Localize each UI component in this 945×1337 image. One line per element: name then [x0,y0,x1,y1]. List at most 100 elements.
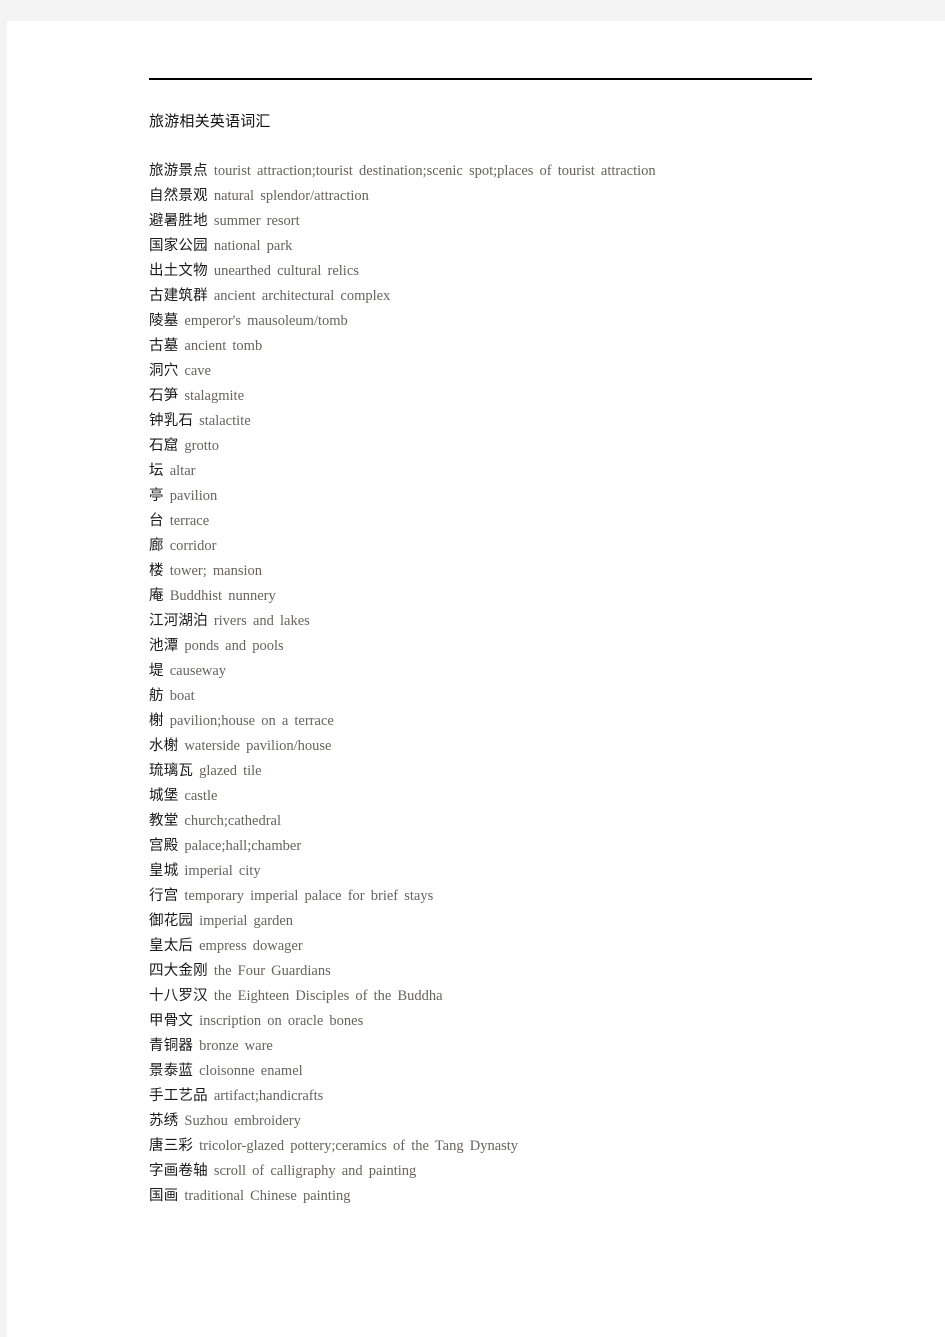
vocabulary-entry: 旅游景点 tourist attraction;tourist destinati… [149,159,849,184]
vocabulary-entry: 出土文物 unearthed cultural relics [149,259,849,284]
entry-term-english: Suzhou embroidery [184,1113,301,1129]
entry-term-chinese: 池潭 [149,638,179,654]
vocabulary-entry: 行宫 temporary imperial palace for brief st… [149,884,849,909]
vocabulary-entry: 舫 boat [149,684,849,709]
vocabulary-entry: 景泰蓝 cloisonne enamel [149,1059,849,1084]
entry-term-english: the Eighteen Disciples of the Buddha [213,988,443,1004]
entry-term-english: temporary imperial palace for brief stay… [184,888,434,904]
vocabulary-entry: 古墓 ancient tomb [149,334,849,359]
entry-term-english: cave [184,363,211,379]
entry-term-chinese: 廊 [149,538,164,554]
entry-term-chinese: 钟乳石 [149,413,194,429]
vocabulary-entry: 御花园 imperial garden [149,909,849,934]
entry-term-english: boat [169,688,195,704]
entry-term-english: summer resort [213,213,300,229]
document-page: 旅游相关英语词汇 旅游景点 tourist attraction;tourist … [7,21,945,1337]
entry-term-english: corridor [169,538,217,554]
entry-term-english: Buddhist nunnery [169,588,276,604]
entry-term-chinese: 楼 [149,563,164,579]
page-title: 旅游相关英语词汇 [149,112,271,130]
entry-term-chinese: 堤 [149,663,164,679]
entry-term-chinese: 景泰蓝 [149,1063,194,1079]
vocabulary-entry: 江河湖泊 rivers and lakes [149,609,849,634]
entry-term-chinese: 旅游景点 [149,163,208,179]
entry-term-english: waterside pavilion/house [184,738,332,754]
entry-term-chinese: 水榭 [149,738,179,754]
entry-term-english: grotto [184,438,220,454]
vocabulary-entry: 避暑胜地 summer resort [149,209,849,234]
entry-term-english: unearthed cultural relics [213,263,359,279]
vocabulary-entry: 皇太后 empress dowager [149,934,849,959]
vocabulary-entry: 坛 altar [149,459,849,484]
vocabulary-entry: 楼 tower; mansion [149,559,849,584]
vocabulary-entry: 榭 pavilion;house on a terrace [149,709,849,734]
entry-term-chinese: 陵墓 [149,313,179,329]
entry-term-english: the Four Guardians [213,963,331,979]
entry-term-english: inscription on oracle bones [199,1013,364,1029]
entry-term-english: ancient architectural complex [213,288,391,304]
entry-term-english: ponds and pools [184,638,284,654]
entry-term-english: imperial city [184,863,261,879]
entry-term-english: cloisonne enamel [199,1063,303,1079]
vocabulary-entry: 古建筑群 ancient architectural complex [149,284,849,309]
entry-term-chinese: 苏绣 [149,1113,179,1129]
entry-term-english: church;cathedral [184,813,282,829]
entry-term-chinese: 国家公园 [149,238,208,254]
vocabulary-entry: 水榭 waterside pavilion/house [149,734,849,759]
vocabulary-entry: 城堡 castle [149,784,849,809]
entry-term-chinese: 台 [149,513,164,529]
entry-term-english: national park [213,238,293,254]
entry-term-chinese: 出土文物 [149,263,208,279]
entry-term-chinese: 避暑胜地 [149,213,208,229]
vocabulary-entry: 陵墓 emperor's mausoleum/tomb [149,309,849,334]
vocabulary-entry: 钟乳石 stalactite [149,409,849,434]
entry-term-chinese: 榭 [149,713,164,729]
vocabulary-entry: 国家公园 national park [149,234,849,259]
vocabulary-entry: 皇城 imperial city [149,859,849,884]
vocabulary-entry: 石窟 grotto [149,434,849,459]
entry-term-english: tourist attraction;tourist destination;s… [213,163,656,179]
entry-term-chinese: 甲骨文 [149,1013,194,1029]
entry-term-english: bronze ware [199,1038,273,1054]
document-body: 旅游相关英语词汇 旅游景点 tourist attraction;tourist … [149,78,849,1209]
vocabulary-entry: 堤 causeway [149,659,849,684]
entry-term-chinese: 石笋 [149,388,179,404]
entry-term-chinese: 古墓 [149,338,179,354]
vocabulary-entry: 廊 corridor [149,534,849,559]
entry-term-chinese: 御花园 [149,913,194,929]
entry-term-english: castle [184,788,218,804]
entry-term-chinese: 城堡 [149,788,179,804]
entry-term-english: causeway [169,663,227,679]
vocabulary-entry: 苏绣 Suzhou embroidery [149,1109,849,1134]
entry-term-english: rivers and lakes [213,613,310,629]
entry-term-english: stalactite [199,413,251,429]
entry-term-chinese: 庵 [149,588,164,604]
vocabulary-entry: 教堂 church;cathedral [149,809,849,834]
entry-term-chinese: 江河湖泊 [149,613,208,629]
vocabulary-entry: 唐三彩 tricolor-glazed pottery;ceramics of t… [149,1134,849,1159]
vocabulary-entry: 手工艺品 artifact;handicrafts [149,1084,849,1109]
vocabulary-entry: 洞穴 cave [149,359,849,384]
entry-term-english: emperor's mausoleum/tomb [184,313,348,329]
entry-term-chinese: 皇城 [149,863,179,879]
entry-term-english: imperial garden [199,913,293,929]
vocabulary-entry: 亭 pavilion [149,484,849,509]
entry-term-english: artifact;handicrafts [213,1088,324,1104]
entry-term-english: terrace [169,513,210,529]
vocabulary-entry: 自然景观 natural splendor/attraction [149,184,849,209]
entry-term-chinese: 坛 [149,463,164,479]
entry-term-chinese: 教堂 [149,813,179,829]
entry-term-chinese: 国画 [149,1188,179,1204]
vocabulary-list: 旅游景点 tourist attraction;tourist destinati… [149,159,849,1209]
entry-term-chinese: 琉璃瓦 [149,763,194,779]
vocabulary-entry: 字画卷轴 scroll of calligraphy and painting [149,1159,849,1184]
vocabulary-entry: 石笋 stalagmite [149,384,849,409]
entry-term-english: ancient tomb [184,338,263,354]
entry-term-chinese: 洞穴 [149,363,179,379]
vocabulary-entry: 国画 traditional Chinese painting [149,1184,849,1209]
entry-term-english: tower; mansion [169,563,263,579]
vocabulary-entry: 琉璃瓦 glazed tile [149,759,849,784]
horizontal-rule [149,78,812,80]
entry-term-chinese: 亭 [149,488,164,504]
